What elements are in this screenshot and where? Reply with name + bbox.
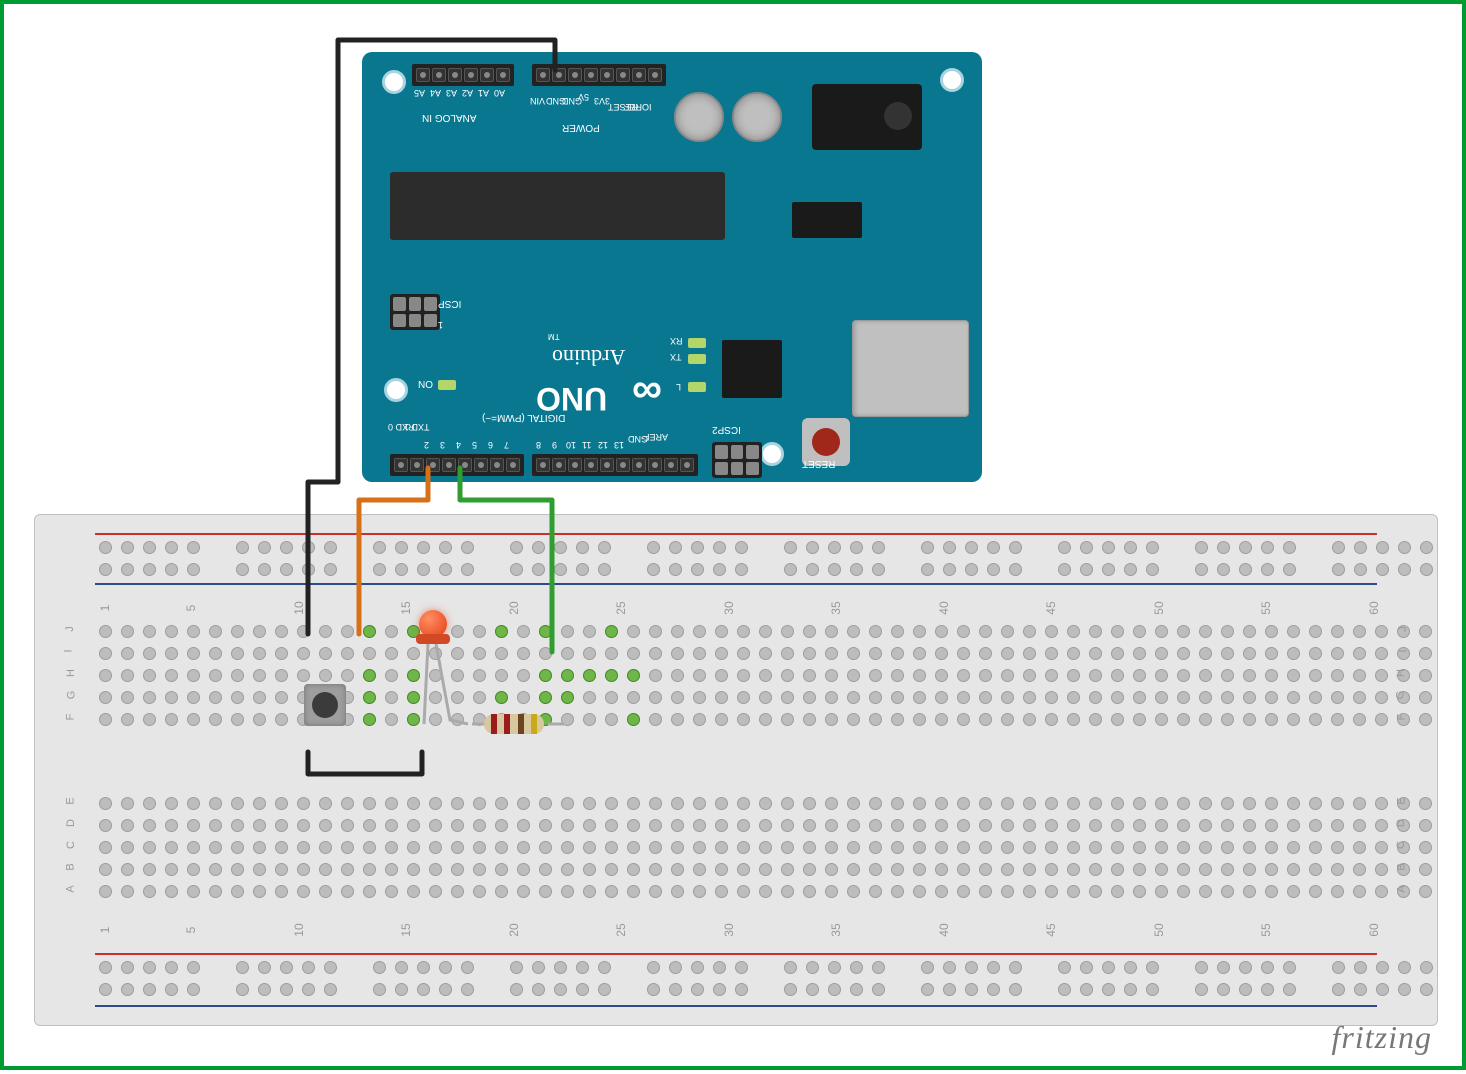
fritzing-diagram: A5 A4 A3 A2 A1 A0 VIN GND GND 5V 3V3 RES… <box>0 0 1466 1070</box>
resistor <box>484 714 544 734</box>
wiring-overlay <box>4 4 1466 1074</box>
wire-button-to-led-gnd <box>308 752 422 774</box>
led-red <box>416 610 450 644</box>
led-cathode-leg <box>424 644 428 724</box>
tactile-push-button[interactable] <box>294 674 356 736</box>
led-anode-leg <box>436 644 468 724</box>
fritzing-watermark: fritzing <box>1332 1019 1432 1056</box>
gnd-wire-arduino-to-breadboard <box>308 40 555 634</box>
wire-d4-to-resistor <box>460 468 552 652</box>
